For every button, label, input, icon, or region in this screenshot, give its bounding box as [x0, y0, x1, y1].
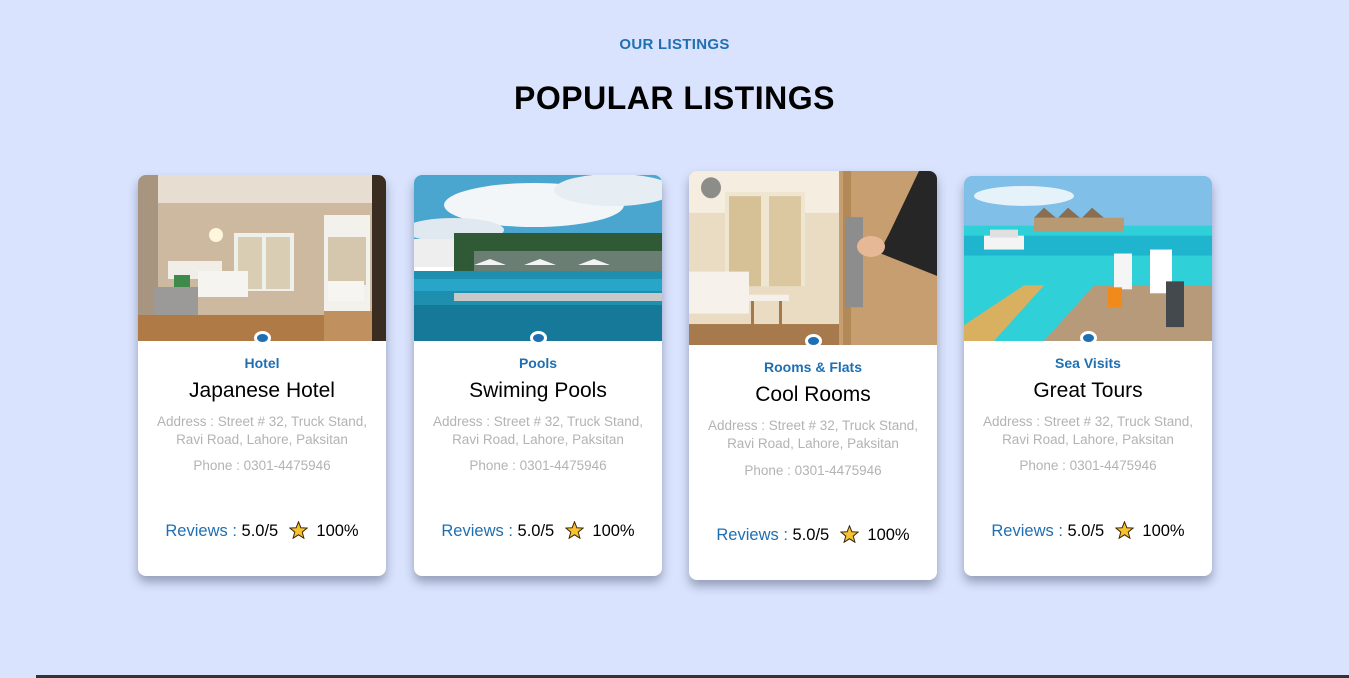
listing-title[interactable]: Cool Rooms: [689, 383, 937, 407]
listing-phone: Phone : 0301-4475946: [744, 463, 882, 478]
rating-value: 5.0/5: [1067, 522, 1105, 540]
listing-phone: Phone : 0301-4475946: [469, 458, 607, 473]
listing-category[interactable]: Rooms & Flats: [689, 359, 937, 375]
listing-card-swiming-pools[interactable]: Pools Swiming Pools Address : Street # 3…: [414, 175, 662, 576]
listing-category[interactable]: Pools: [414, 355, 662, 371]
reviews-label[interactable]: Reviews :: [716, 526, 788, 544]
star-icon: [288, 521, 308, 539]
rating-value: 5.0/5: [241, 522, 279, 540]
rating-percent: 100%: [592, 522, 635, 540]
listing-title[interactable]: Japanese Hotel: [138, 379, 386, 403]
listing-title[interactable]: Swiming Pools: [414, 379, 662, 403]
hotel-room-photo: [138, 175, 386, 341]
listing-address: Address : Street # 32, Truck Stand, Ravi…: [707, 418, 919, 451]
rating-percent: 100%: [1142, 522, 1185, 540]
listing-category[interactable]: Hotel: [138, 355, 386, 371]
rating-percent: 100%: [316, 522, 359, 540]
rating-value: 5.0/5: [517, 522, 555, 540]
listing-address: Address : Street # 32, Truck Stand, Ravi…: [432, 414, 644, 447]
reviews-label[interactable]: Reviews :: [165, 522, 237, 540]
section-eyebrow: OUR LISTINGS: [619, 36, 730, 53]
listing-phone: Phone : 0301-4475946: [193, 458, 331, 473]
listing-reviews: Reviews : 5.0/5 100%: [964, 521, 1212, 541]
carousel-dot: [254, 331, 271, 345]
listing-title[interactable]: Great Tours: [964, 379, 1212, 403]
listing-address: Address : Street # 32, Truck Stand, Ravi…: [982, 414, 1194, 447]
room-door-photo: [689, 171, 937, 345]
listing-card-great-tours[interactable]: Sea Visits Great Tours Address : Street …: [964, 176, 1212, 576]
listing-phone: Phone : 0301-4475946: [1019, 458, 1157, 473]
listing-card-cool-rooms[interactable]: Rooms & Flats Cool Rooms Address : Stree…: [689, 171, 937, 580]
reviews-label[interactable]: Reviews :: [991, 522, 1063, 540]
star-icon: [564, 521, 584, 539]
listing-reviews: Reviews : 5.0/5 100%: [138, 521, 386, 541]
carousel-dot: [805, 334, 822, 348]
listing-reviews: Reviews : 5.0/5 100%: [689, 525, 937, 545]
listing-card-japanese-hotel[interactable]: Hotel Japanese Hotel Address : Street # …: [138, 175, 386, 576]
star-icon: [1114, 521, 1134, 539]
listing-address: Address : Street # 32, Truck Stand, Ravi…: [156, 414, 368, 447]
reviews-label[interactable]: Reviews :: [441, 522, 513, 540]
section-heading: POPULAR LISTINGS: [514, 80, 835, 116]
carousel-dot: [530, 331, 547, 345]
star-icon: [839, 525, 859, 543]
listing-reviews: Reviews : 5.0/5 100%: [414, 521, 662, 541]
carousel-dot: [1080, 331, 1097, 345]
rating-value: 5.0/5: [792, 526, 830, 544]
swimming-pool-photo: [414, 175, 662, 341]
rating-percent: 100%: [867, 526, 910, 544]
listing-category[interactable]: Sea Visits: [964, 355, 1212, 371]
sea-resort-photo: [964, 176, 1212, 341]
